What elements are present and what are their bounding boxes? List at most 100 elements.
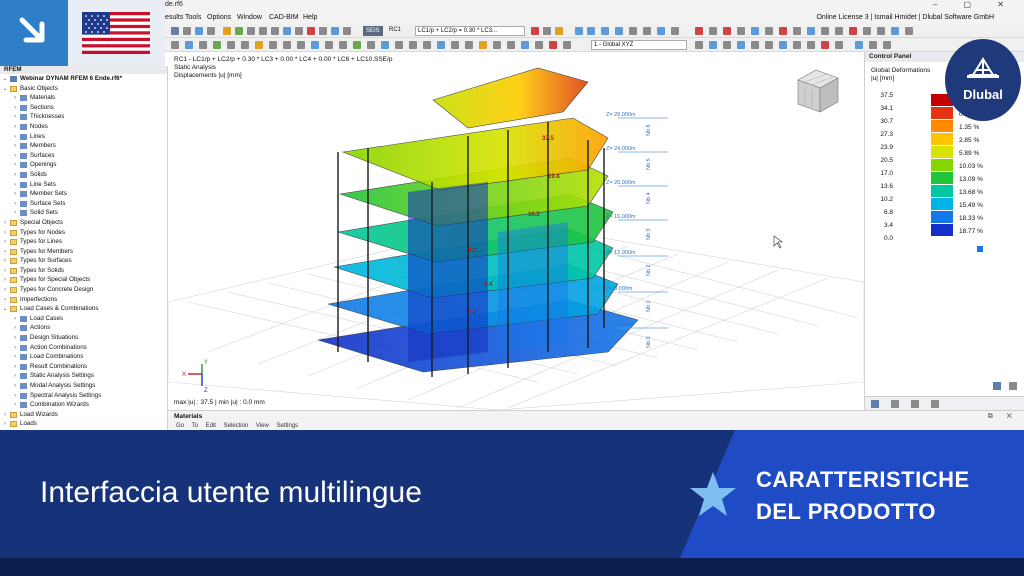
- chevron-right-icon[interactable]: ›: [12, 208, 18, 218]
- toolbar-icon[interactable]: [227, 41, 235, 49]
- toolbar-icon[interactable]: [339, 41, 347, 49]
- tree-item[interactable]: ⌄ Load Cases & Combinations: [0, 304, 167, 314]
- toolbar-icon[interactable]: [821, 41, 829, 49]
- tree-item[interactable]: › Static Analysis Settings: [0, 371, 167, 381]
- toolbar-icon[interactable]: [183, 27, 191, 35]
- chevron-right-icon[interactable]: ›: [12, 362, 18, 372]
- chevron-right-icon[interactable]: ›: [2, 228, 8, 238]
- load-combination-select[interactable]: LC1/p + LC2/p = 0.30 * LC3...: [415, 26, 525, 36]
- toolbar-icon[interactable]: [465, 41, 473, 49]
- toolbar-icon[interactable]: [195, 27, 203, 35]
- tree-item[interactable]: › Members: [0, 141, 167, 151]
- materials-panel-menu[interactable]: Go To Edit Selection View Settings: [176, 423, 298, 429]
- tree-item[interactable]: › Imperfections: [0, 295, 167, 305]
- chevron-right-icon[interactable]: ›: [2, 266, 8, 276]
- tree-item[interactable]: › Types for Special Objects: [0, 275, 167, 285]
- tree-item[interactable]: › Solids: [0, 170, 167, 180]
- chevron-right-icon[interactable]: ›: [12, 381, 18, 391]
- menu-results[interactable]: esults: [165, 14, 183, 21]
- legend-slider-handle[interactable]: [977, 246, 983, 252]
- language-flag[interactable]: [68, 0, 165, 66]
- toolbar-icon[interactable]: [343, 27, 351, 35]
- view-select[interactable]: 1 - Global XYZ: [591, 40, 687, 50]
- toolbar-icon[interactable]: [555, 27, 563, 35]
- tree-item[interactable]: › Types for Lines: [0, 237, 167, 247]
- menu-help[interactable]: Help: [303, 14, 317, 21]
- chevron-down-icon[interactable]: ⌄: [2, 74, 8, 84]
- toolbar-icon[interactable]: [765, 27, 773, 35]
- toolbar-icon[interactable]: [849, 27, 857, 35]
- model-viewport[interactable]: Z= 28.000m Z= 24.000m Z= 20.000m Z= 16.0…: [168, 52, 864, 410]
- toolbar-icon[interactable]: [793, 41, 801, 49]
- panel-dock-icon[interactable]: [993, 382, 1001, 390]
- chevron-right-icon[interactable]: ›: [12, 391, 18, 401]
- toolbar-icon[interactable]: [601, 27, 609, 35]
- toolbar-icon[interactable]: [297, 41, 305, 49]
- toolbar-icon[interactable]: [171, 27, 179, 35]
- toolbar-icon[interactable]: [437, 41, 445, 49]
- chevron-right-icon[interactable]: ›: [12, 400, 18, 410]
- toolbar-icon[interactable]: [381, 41, 389, 49]
- tree-item[interactable]: › Types for Concrete Design: [0, 285, 167, 295]
- chevron-right-icon[interactable]: ›: [2, 275, 8, 285]
- toolbar-icon[interactable]: [657, 27, 665, 35]
- toolbar-icon[interactable]: [821, 27, 829, 35]
- toolbar-icon[interactable]: [295, 27, 303, 35]
- materials-panel-buttons[interactable]: ⧉ ✕: [988, 413, 1018, 421]
- toolbar-icon[interactable]: [549, 41, 557, 49]
- toolbar-icon[interactable]: [207, 27, 215, 35]
- tree-item[interactable]: › Solid Sets: [0, 208, 167, 218]
- toolbar-icon[interactable]: [643, 27, 651, 35]
- toolbar-icon[interactable]: [891, 27, 899, 35]
- toolbar-icon[interactable]: [325, 41, 333, 49]
- toolbar-icon[interactable]: [307, 27, 315, 35]
- toolbar-icon[interactable]: [629, 27, 637, 35]
- chevron-right-icon[interactable]: ›: [12, 93, 18, 103]
- tree-item[interactable]: › Load Cases: [0, 314, 167, 324]
- tree-project[interactable]: ⌄ Webinar DYNAM RFEM 6 Ende.rf6*: [0, 74, 167, 84]
- chevron-right-icon[interactable]: ›: [2, 295, 8, 305]
- view-cube[interactable]: [797, 69, 839, 113]
- chevron-right-icon[interactable]: ›: [2, 419, 8, 429]
- tree-item[interactable]: › Actions: [0, 323, 167, 333]
- toolbar-icon[interactable]: [863, 27, 871, 35]
- tree-item[interactable]: › Thicknesses: [0, 112, 167, 122]
- chevron-right-icon[interactable]: ›: [2, 247, 8, 257]
- toolbar-icon[interactable]: [535, 41, 543, 49]
- tree-item[interactable]: › Design Situations: [0, 333, 167, 343]
- toolbar-icon[interactable]: [855, 41, 863, 49]
- toolbar-icon[interactable]: [241, 41, 249, 49]
- chevron-right-icon[interactable]: ›: [12, 141, 18, 151]
- toolbar-icon[interactable]: [255, 41, 263, 49]
- toolbar-icon[interactable]: [395, 41, 403, 49]
- tree-item[interactable]: ⌄ Basic Objects: [0, 84, 167, 94]
- toolbar-icon[interactable]: [367, 41, 375, 49]
- toolbar-icon[interactable]: [807, 41, 815, 49]
- toolbar-icon[interactable]: [751, 27, 759, 35]
- chevron-right-icon[interactable]: ›: [12, 180, 18, 190]
- tab-legend-icon[interactable]: [871, 400, 879, 408]
- toolbar-icon[interactable]: [311, 41, 319, 49]
- toolbar-icon[interactable]: [521, 41, 529, 49]
- menu-cad-bim[interactable]: CAD-BIM: [269, 14, 299, 21]
- toolbar-icon[interactable]: [793, 27, 801, 35]
- tree-item[interactable]: › Result Combinations: [0, 362, 167, 372]
- chevron-right-icon[interactable]: ›: [12, 352, 18, 362]
- tab-settings-icon[interactable]: [931, 400, 939, 408]
- toolbar-icon[interactable]: [199, 41, 207, 49]
- tab-scale-icon[interactable]: [891, 400, 899, 408]
- chevron-right-icon[interactable]: ›: [12, 151, 18, 161]
- toolbar-icon[interactable]: [493, 41, 501, 49]
- chevron-right-icon[interactable]: ›: [12, 170, 18, 180]
- toolbar-icon[interactable]: [259, 27, 267, 35]
- chevron-right-icon[interactable]: ›: [12, 189, 18, 199]
- chevron-right-icon[interactable]: ›: [2, 256, 8, 266]
- toolbar-icon[interactable]: [331, 27, 339, 35]
- chevron-right-icon[interactable]: ›: [12, 199, 18, 209]
- toolbar-icon[interactable]: [779, 27, 787, 35]
- chevron-right-icon[interactable]: ›: [12, 160, 18, 170]
- toolbar-icon[interactable]: [779, 41, 787, 49]
- toolbar-icon[interactable]: [213, 41, 221, 49]
- chevron-right-icon[interactable]: ›: [12, 371, 18, 381]
- toolbar-icon[interactable]: [671, 27, 679, 35]
